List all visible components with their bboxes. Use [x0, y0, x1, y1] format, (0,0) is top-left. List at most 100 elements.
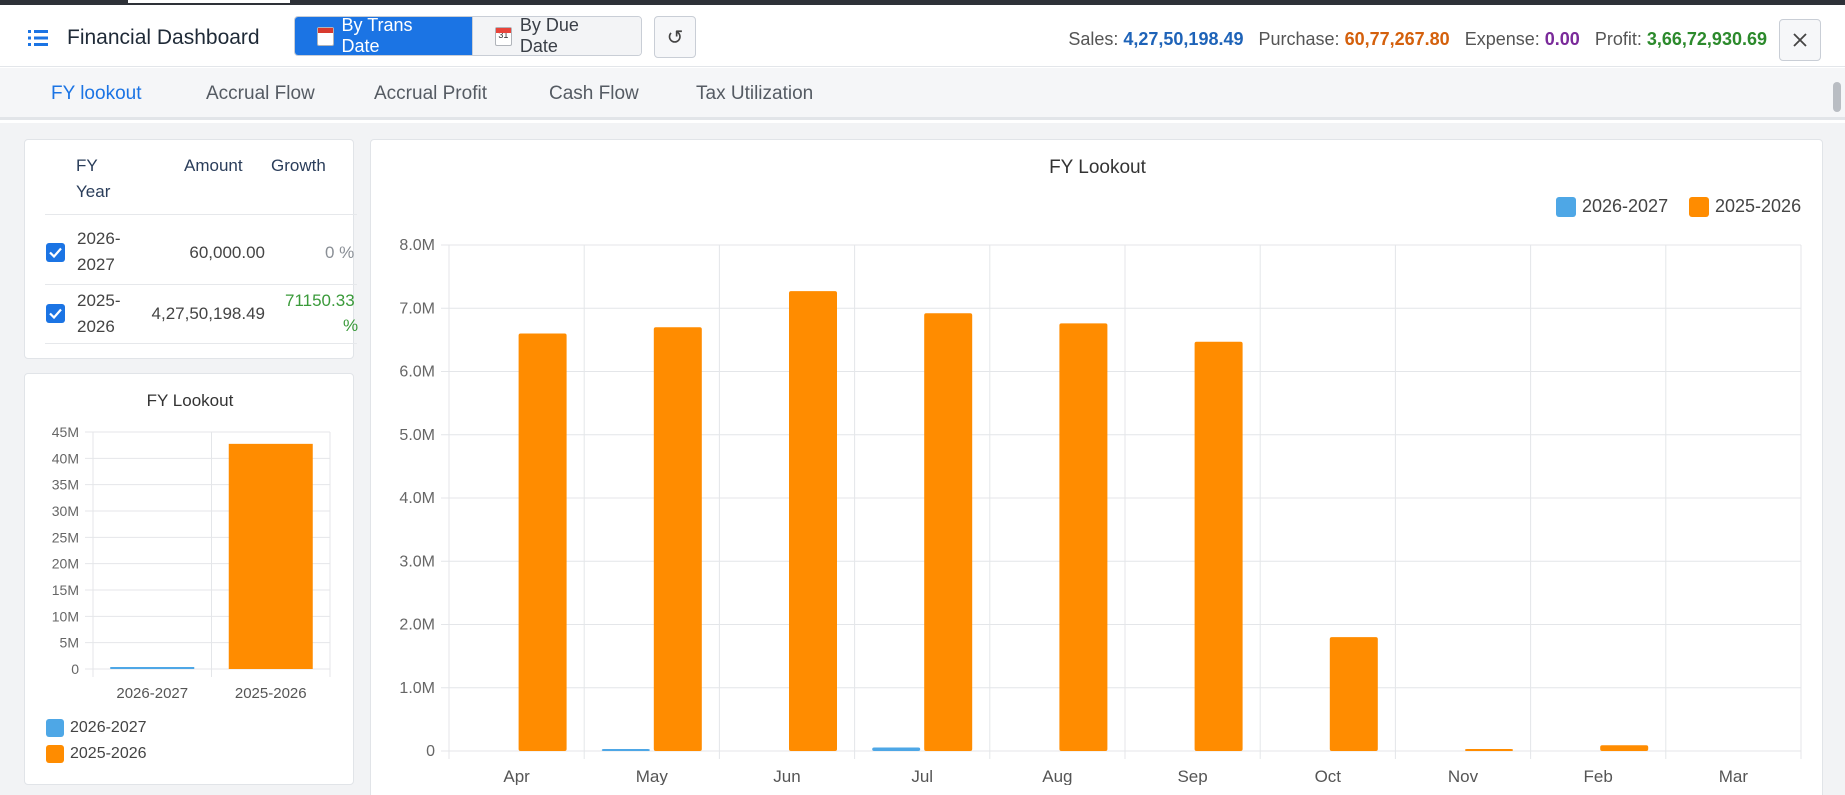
- legend-swatch: [46, 745, 64, 763]
- x-tick-label: Oct: [1315, 767, 1342, 785]
- row-year-line1: 2026-: [77, 229, 121, 248]
- refresh-button[interactable]: ↺: [654, 16, 696, 58]
- big-chart: 8.0M 7.0M 6.0M 5.0M 4.0M 3.0M 2.0M 1.0M 0 Apr May J…: [399, 237, 1802, 785]
- x-tick-label: Nov: [1448, 767, 1479, 785]
- header-fy-year-line2: Year: [76, 182, 111, 201]
- expense-label: Expense:: [1464, 29, 1540, 49]
- close-button[interactable]: [1779, 19, 1821, 61]
- y-tick-label: 2.0M: [399, 617, 435, 634]
- y-tick-label: 7.0M: [399, 300, 435, 317]
- by-due-date-button[interactable]: 31 By Due Date: [472, 17, 641, 55]
- by-trans-date-label: By Trans Date: [341, 16, 413, 56]
- y-tick-label: 8.0M: [399, 237, 435, 254]
- calendar-icon: [317, 26, 334, 46]
- bar: [1600, 745, 1649, 751]
- y-tick-label: 40M: [52, 450, 79, 466]
- row-growth: 71150.33: [285, 291, 355, 310]
- header-fy-year-line1: FY: [76, 156, 98, 175]
- legend-label: 2026-2027: [1582, 196, 1669, 216]
- tab-accrual-profit[interactable]: Accrual Profit: [374, 83, 487, 105]
- purchase-label: Purchase:: [1258, 29, 1340, 49]
- small-chart: 45M 40M 35M 30M 25M 20M 15M 10M 5M 0 2026-2027 2025…: [52, 424, 331, 702]
- bar: [1059, 323, 1108, 751]
- bar: [1465, 749, 1513, 751]
- y-tick-label: 6.0M: [399, 364, 435, 381]
- bar: [110, 667, 195, 669]
- y-tick-label: 15M: [52, 582, 79, 598]
- header-growth: Growth: [271, 156, 326, 175]
- tab-tax-utilization[interactable]: Tax Utilization: [696, 83, 813, 105]
- y-tick-label: 35M: [52, 477, 79, 493]
- x-tick-label: Feb: [1584, 767, 1613, 785]
- scrollbar[interactable]: [1833, 82, 1841, 112]
- row-amount: 60,000.00: [189, 243, 265, 262]
- checkmark-icon: [49, 247, 62, 258]
- tab-cash-flow[interactable]: Cash Flow: [549, 83, 639, 105]
- x-tick-label: 2025-2026: [235, 685, 307, 702]
- bar: [653, 327, 702, 751]
- row-checkbox[interactable]: [46, 243, 65, 262]
- y-tick-label: 45M: [52, 424, 79, 440]
- y-tick-label: 1.0M: [399, 680, 435, 697]
- bar: [228, 443, 313, 669]
- row-divider: [45, 343, 357, 344]
- row-growth-unit: %: [343, 316, 359, 335]
- by-due-date-label: By Due Date: [519, 16, 579, 56]
- tab-accrual-flow[interactable]: Accrual Flow: [206, 83, 315, 105]
- fy-lookout-monthly-chart-card: FY Lookout 2026-2027 2025-2026 8.0M 7.0M 6…: [370, 139, 1823, 795]
- fy-table: FY Year Amount Growth 2026- 2027 60,000.…: [24, 139, 358, 359]
- legend-label: 2026-2027: [70, 719, 147, 737]
- profit-label: Profit:: [1594, 29, 1642, 49]
- row-year-line2: 2027: [77, 255, 115, 274]
- bar: [924, 313, 973, 751]
- legend-swatch: [1689, 197, 1709, 218]
- y-tick-label: 5.0M: [399, 427, 435, 444]
- row-year-line2: 2026: [77, 317, 115, 336]
- legend-label: 2025-2026: [1715, 196, 1802, 216]
- refresh-icon: ↺: [666, 26, 684, 49]
- row-growth: 0 %: [325, 243, 355, 262]
- profit-value: 3,66,72,930.69: [1646, 29, 1767, 49]
- date-mode-toggle: By Trans Date 31 By Due Date: [294, 16, 642, 56]
- sales-value: 4,27,50,198.49: [1123, 29, 1244, 49]
- row-checkbox[interactable]: [46, 304, 65, 323]
- row-year-line1: 2025-: [77, 291, 121, 310]
- header: Financial Dashboard By Trans Date 31 By …: [0, 5, 1845, 67]
- checkmark-icon: [49, 308, 62, 319]
- x-tick-label: May: [636, 767, 669, 785]
- big-legend-item[interactable]: 2025-2026: [1689, 196, 1802, 218]
- y-tick-label: 20M: [52, 556, 79, 572]
- sales-label: Sales:: [1068, 29, 1119, 49]
- expense-value: 0.00: [1544, 29, 1580, 49]
- y-tick-label: 0: [426, 743, 435, 760]
- menu-icon[interactable]: [28, 29, 48, 47]
- big-chart-title: FY Lookout: [1049, 157, 1146, 178]
- bar: [1329, 637, 1378, 751]
- header-divider: [45, 214, 357, 215]
- small-chart-title: FY Lookout: [146, 391, 234, 410]
- x-tick-label: Jul: [911, 767, 933, 785]
- header-amount: Amount: [184, 156, 243, 175]
- bar: [789, 291, 837, 751]
- y-tick-label: 10M: [52, 608, 79, 624]
- bar: [1194, 341, 1243, 751]
- row-amount: 4,27,50,198.49: [151, 304, 265, 323]
- x-tick-label: 2026-2027: [116, 685, 188, 702]
- y-tick-label: 5M: [60, 635, 79, 651]
- close-icon: [1793, 33, 1807, 47]
- legend-label: 2025-2026: [70, 745, 147, 763]
- x-tick-label: Sep: [1177, 767, 1207, 785]
- big-legend-item[interactable]: 2026-2027: [1556, 196, 1669, 218]
- tab-fy-lookout[interactable]: FY lookout: [51, 83, 141, 105]
- app-title: Financial Dashboard: [67, 26, 260, 49]
- x-tick-label: Apr: [503, 767, 530, 785]
- financial-summary: Sales: 4,27,50,198.49 Purchase: 60,77,26…: [1068, 29, 1767, 50]
- y-tick-label: 25M: [52, 529, 79, 545]
- row-divider: [45, 284, 357, 285]
- small-legend-item[interactable]: 2026-2027: [46, 719, 147, 737]
- small-legend-item[interactable]: 2025-2026: [46, 745, 147, 763]
- y-tick-label: 4.0M: [399, 490, 435, 507]
- by-trans-date-button[interactable]: By Trans Date: [295, 17, 472, 55]
- bar: [518, 333, 567, 751]
- purchase-value: 60,77,267.80: [1344, 29, 1450, 49]
